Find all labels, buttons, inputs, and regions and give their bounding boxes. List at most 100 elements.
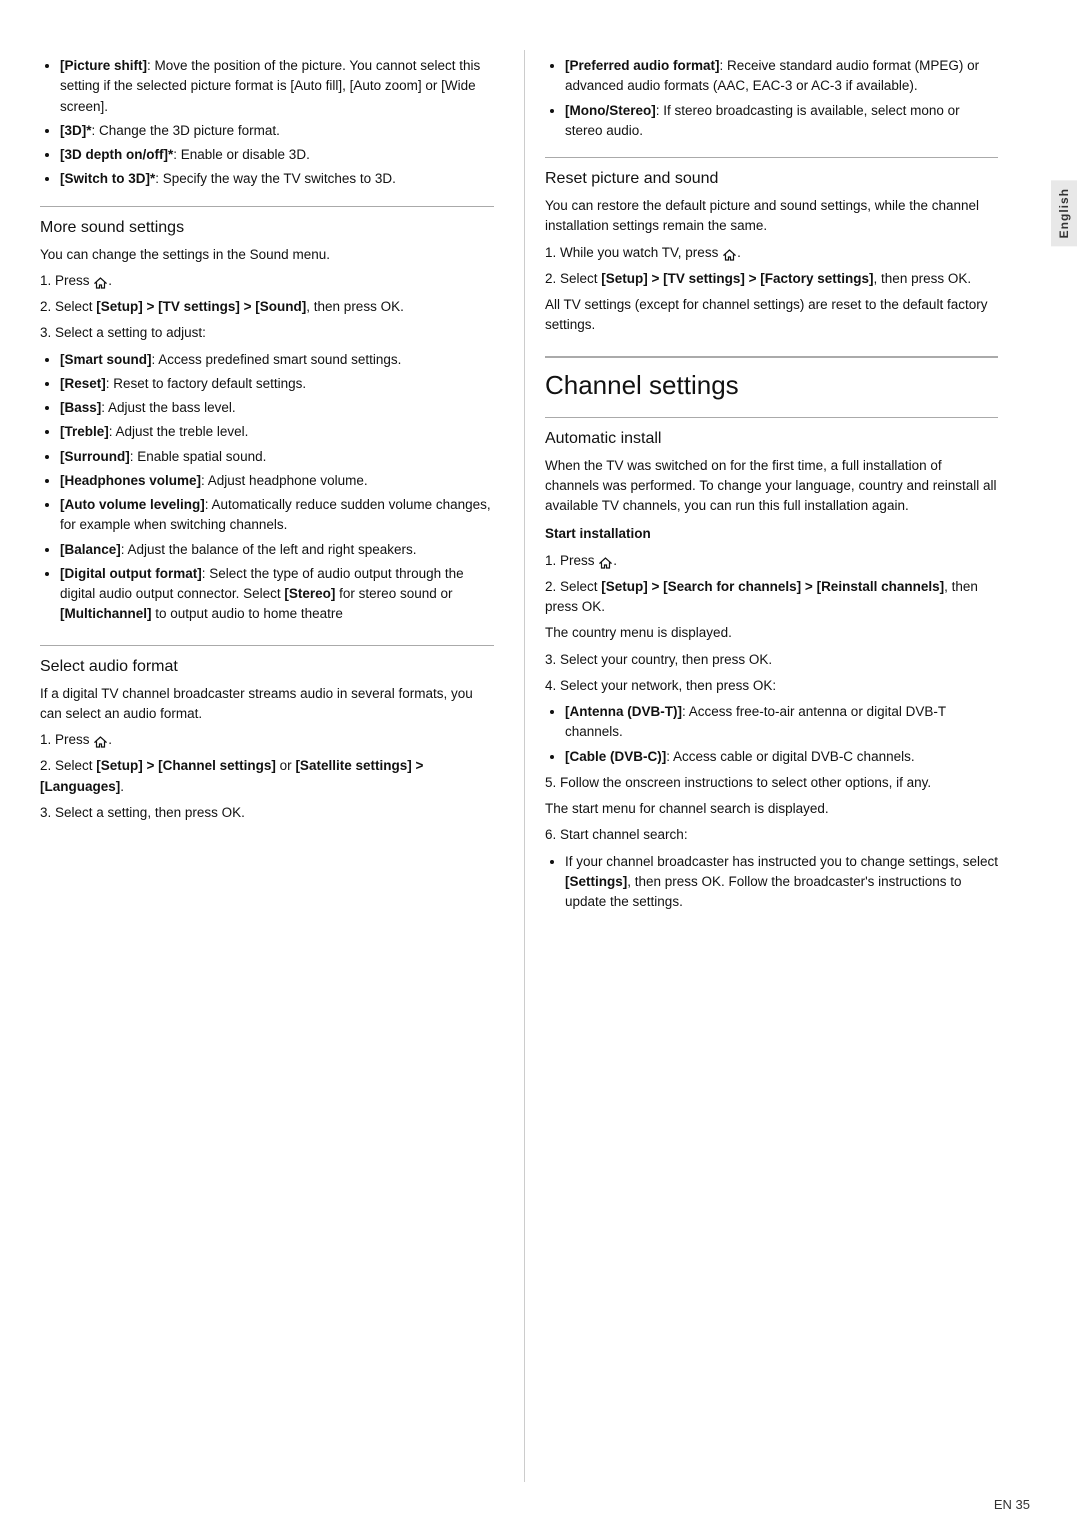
bullet-label: [Surround] [60, 449, 130, 464]
automatic-install-intro: When the TV was switched on for the firs… [545, 456, 998, 517]
bullet-label: [3D]* [60, 123, 92, 138]
automatic-install-section: Automatic install When the TV was switch… [545, 430, 998, 913]
page-container: English [Picture shift]: Move the positi… [0, 0, 1080, 1532]
list-item: [Preferred audio format]: Receive standa… [565, 56, 998, 97]
reset-intro: You can restore the default picture and … [545, 196, 998, 237]
list-item: [Picture shift]: Move the position of th… [60, 56, 494, 117]
bullet-text: : Specify the way the TV switches to 3D. [155, 171, 396, 186]
list-item: [Mono/Stereo]: If stereo broadcasting is… [565, 101, 998, 142]
reset-step1: 1. While you watch TV, press . [545, 243, 998, 263]
select-audio-step2: 2. Select [Setup] > [Channel settings] o… [40, 756, 494, 797]
automatic-install-title: Automatic install [545, 430, 998, 448]
bullet-text: : Reset to factory default settings. [106, 376, 306, 391]
step2-prefix: 2. Select [40, 299, 96, 314]
more-sound-step2: 2. Select [Setup] > [TV settings] > [Sou… [40, 297, 494, 317]
right-column: [Preferred audio format]: Receive standa… [524, 50, 998, 1482]
list-item: [Bass]: Adjust the bass level. [60, 398, 494, 418]
list-item: [Headphones volume]: Adjust headphone vo… [60, 471, 494, 491]
list-item: [Smart sound]: Access predefined smart s… [60, 350, 494, 370]
list-item: [3D depth on/off]*: Enable or disable 3D… [60, 145, 494, 165]
list-item: If your channel broadcaster has instruct… [565, 852, 998, 913]
bullet-label: [Smart sound] [60, 352, 152, 367]
home-icon [723, 247, 736, 259]
select-audio-format-title: Select audio format [40, 658, 494, 676]
home-icon [94, 275, 107, 287]
auto-install-step1: 1. Press . [545, 551, 998, 571]
step2-or: or [276, 758, 296, 773]
step1-label: 1. Press [40, 273, 90, 288]
bullet-label: [Treble] [60, 424, 109, 439]
list-item: [3D]*: Change the 3D picture format. [60, 121, 494, 141]
bullet-label: [Switch to 3D]* [60, 171, 155, 186]
bullet-text: : Access cable or digital DVB-C channels… [666, 749, 914, 764]
list-item: [Antenna (DVB-T)]: Access free-to-air an… [565, 702, 998, 743]
preferred-audio-bullets-list: [Preferred audio format]: Receive standa… [565, 56, 998, 141]
list-item: [Auto volume leveling]: Automatically re… [60, 495, 494, 536]
step2-path: [Setup] > [Search for channels] > [Reins… [601, 579, 944, 594]
more-sound-bullets-list: [Smart sound]: Access predefined smart s… [60, 350, 494, 625]
more-sound-step1: 1. Press . [40, 271, 494, 291]
bullet-label: [Digital output format] [60, 566, 202, 581]
more-sound-step3: 3. Select a setting to adjust: [40, 323, 494, 343]
bullet-label-multi: [Multichannel] [60, 606, 152, 621]
bullet-text-2: for stereo sound or [335, 586, 452, 601]
bullet-label: [3D depth on/off]* [60, 147, 173, 162]
reset-picture-sound-title: Reset picture and sound [545, 170, 998, 188]
step2-prefix: 2. Select [40, 758, 96, 773]
bullet-label: [Preferred audio format] [565, 58, 720, 73]
bullet-text: : Adjust the bass level. [101, 400, 235, 415]
bullet-label: [Reset] [60, 376, 106, 391]
list-item: [Balance]: Adjust the balance of the lef… [60, 540, 494, 560]
list-item: [Digital output format]: Select the type… [60, 564, 494, 625]
auto-install-step4: 4. Select your network, then press OK: [545, 676, 998, 696]
reset-step2: 2. Select [Setup] > [TV settings] > [Fac… [545, 269, 998, 289]
step2-suffix: , then press OK. [874, 271, 972, 286]
list-item: [Treble]: Adjust the treble level. [60, 422, 494, 442]
sidebar-tab: English [1048, 180, 1080, 246]
sidebar-language-label: English [1051, 180, 1077, 246]
bullet-text: : Access predefined smart sound settings… [152, 352, 402, 367]
more-sound-settings-title: More sound settings [40, 219, 494, 237]
section-divider [40, 206, 494, 207]
step2-suffix: . [120, 779, 124, 794]
bullet-text: : Enable or disable 3D. [173, 147, 310, 162]
select-audio-step1: 1. Press . [40, 730, 494, 750]
bullet-text: : Enable spatial sound. [130, 449, 267, 464]
bullet-text: : Adjust the balance of the left and rig… [121, 542, 417, 557]
auto-install-step3: 3. Select your country, then press OK. [545, 650, 998, 670]
auto-install-step5b: The start menu for channel search is dis… [545, 799, 998, 819]
list-item: [Switch to 3D]*: Specify the way the TV … [60, 169, 494, 189]
section-divider-2 [40, 645, 494, 646]
step1-label: 1. Press [545, 553, 595, 568]
home-icon [599, 555, 612, 567]
more-sound-settings-section: More sound settings You can change the s… [40, 219, 494, 625]
bullet-text: : Change the 3D picture format. [92, 123, 280, 138]
home-icon [94, 734, 107, 746]
auto-install-step6: 6. Start channel search: [545, 825, 998, 845]
channel-settings-title: Channel settings [545, 370, 998, 401]
bullet-label-stereo: [Stereo] [284, 586, 335, 601]
auto-install-step5: 5. Follow the onscreen instructions to s… [545, 773, 998, 793]
more-sound-intro: You can change the settings in the Sound… [40, 245, 494, 265]
section-divider-3 [545, 157, 998, 158]
auto-install-country-menu: The country menu is displayed. [545, 623, 998, 643]
list-item: [Cable (DVB-C)]: Access cable or digital… [565, 747, 998, 767]
start-installation-label: Start installation [545, 524, 998, 544]
bullet-label: [Balance] [60, 542, 121, 557]
page-number: EN 35 [994, 1497, 1030, 1512]
step2-path: [Setup] > [Channel settings] [96, 758, 276, 773]
network-bullets-list: [Antenna (DVB-T)]: Access free-to-air an… [565, 702, 998, 767]
step2-suffix: , then press OK. [306, 299, 404, 314]
bullet-label: [Auto volume leveling] [60, 497, 205, 512]
main-content: [Picture shift]: Move the position of th… [0, 30, 1048, 1502]
step1-label: 1. While you watch TV, press [545, 245, 718, 260]
step2-prefix: 2. Select [545, 579, 601, 594]
select-audio-format-section: Select audio format If a digital TV chan… [40, 658, 494, 824]
left-column: [Picture shift]: Move the position of th… [40, 50, 524, 1482]
step2-path: [Setup] > [TV settings] > [Factory setti… [601, 271, 873, 286]
select-audio-step3: 3. Select a setting, then press OK. [40, 803, 494, 823]
step2-path: [Setup] > [TV settings] > [Sound] [96, 299, 306, 314]
bullet-label: [Mono/Stereo] [565, 103, 656, 118]
bullet-label: [Antenna (DVB-T)] [565, 704, 682, 719]
auto-install-step2: 2. Select [Setup] > [Search for channels… [545, 577, 998, 618]
